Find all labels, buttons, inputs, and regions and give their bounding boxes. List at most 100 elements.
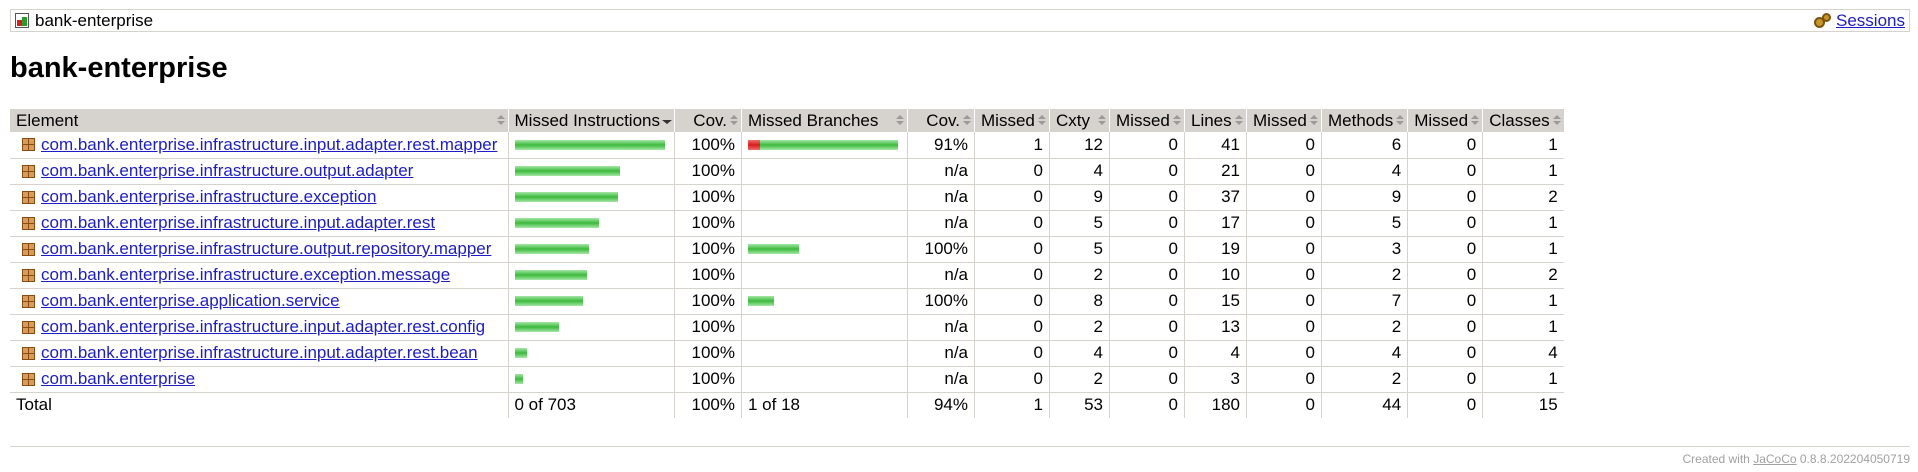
sort-icon: [1173, 115, 1181, 126]
classes: 1: [1482, 210, 1564, 237]
package-link[interactable]: com.bank.enterprise.infrastructure.outpu…: [41, 239, 491, 259]
sessions-icon: [1814, 12, 1832, 29]
classes: 1: [1482, 158, 1564, 185]
classes-missed: 0: [1407, 340, 1483, 367]
column-header-methods[interactable]: Methods: [1320, 109, 1408, 132]
column-header-classes[interactable]: Classes: [1482, 109, 1564, 132]
cxty-missed: 0: [974, 288, 1050, 315]
column-header-instructions-coverage[interactable]: Cov.: [674, 109, 742, 132]
package-icon: [22, 320, 35, 334]
lines: 37: [1184, 184, 1247, 211]
lines-missed: 0: [1109, 184, 1185, 211]
methods-missed: 0: [1246, 132, 1322, 159]
package-link[interactable]: com.bank.enterprise.infrastructure.input…: [41, 135, 497, 155]
methods-missed: 0: [1246, 314, 1322, 341]
cxty-missed: 0: [974, 236, 1050, 263]
cxty-missed: 0: [974, 262, 1050, 289]
branches-covered-bar: [760, 139, 898, 150]
instructions-covered-bar: [514, 322, 559, 332]
lines: 10: [1184, 262, 1247, 289]
page-title: bank-enterprise: [10, 52, 228, 84]
column-header-element[interactable]: Element: [10, 109, 508, 132]
package-link[interactable]: com.bank.enterprise.infrastructure.input…: [41, 317, 485, 337]
cxty-missed: 0: [974, 184, 1050, 211]
column-header-lines-missed[interactable]: Missed: [1109, 109, 1185, 132]
lines: 19: [1184, 236, 1247, 263]
package-icon: [22, 346, 35, 360]
instructions-coverage: 100%: [674, 314, 742, 341]
instructions-bar: [514, 348, 527, 358]
cxty: 2: [1049, 366, 1110, 393]
package-link[interactable]: com.bank.enterprise.infrastructure.excep…: [41, 265, 450, 285]
column-header-cxty-missed[interactable]: Missed: [974, 109, 1050, 132]
total-methods: 44: [1320, 392, 1408, 418]
package-icon: [22, 268, 35, 282]
instructions-coverage: 100%: [674, 184, 742, 211]
classes-missed: 0: [1407, 288, 1483, 315]
branches-covered-bar: [748, 244, 799, 254]
lines-missed: 0: [1109, 262, 1185, 289]
package-link[interactable]: com.bank.enterprise: [41, 369, 195, 389]
lines-missed: 0: [1109, 132, 1185, 159]
classes: 1: [1482, 314, 1564, 341]
instructions-bar: [514, 296, 583, 306]
methods: 2: [1320, 366, 1408, 393]
classes-missed: 0: [1407, 262, 1483, 289]
methods: 6: [1320, 132, 1408, 159]
package-icon: [22, 138, 35, 152]
lines: 15: [1184, 288, 1247, 315]
column-header-branches-coverage[interactable]: Cov.: [907, 109, 975, 132]
instructions-covered-bar: [514, 218, 599, 228]
table-row: com.bank.enterprise.application.service 1…: [10, 288, 1564, 315]
column-header-classes-missed[interactable]: Missed: [1407, 109, 1483, 132]
column-header-lines[interactable]: Lines: [1184, 109, 1247, 132]
cxty: 4: [1049, 340, 1110, 367]
lines: 21: [1184, 158, 1247, 185]
package-link[interactable]: com.bank.enterprise.infrastructure.outpu…: [41, 161, 413, 181]
package-icon: [22, 216, 35, 230]
instructions-bar: [514, 192, 618, 202]
package-link[interactable]: com.bank.enterprise.infrastructure.excep…: [41, 187, 376, 207]
coverage-table: Element Missed Instructions Cov. Missed …: [10, 109, 1564, 418]
table-row: com.bank.enterprise 100% n/a 0 2 0 3 0 2 0 1: [10, 366, 1564, 393]
column-header-missed-branches[interactable]: Missed Branches: [741, 109, 908, 132]
branches-covered-bar: [748, 296, 774, 306]
methods: 4: [1320, 340, 1408, 367]
report-icon: [15, 13, 29, 28]
total-label: Total: [16, 395, 52, 415]
sort-icon: [1396, 115, 1405, 126]
table-row: com.bank.enterprise.infrastructure.input…: [10, 314, 1564, 341]
methods: 4: [1320, 158, 1408, 185]
jacoco-link[interactable]: JaCoCo: [1753, 452, 1796, 466]
package-icon: [22, 372, 35, 386]
package-link[interactable]: com.bank.enterprise.application.service: [41, 291, 340, 311]
branches-coverage: 100%: [907, 236, 975, 263]
lines-missed: 0: [1109, 366, 1185, 393]
classes-missed: 0: [1407, 366, 1483, 393]
cxty-missed: 0: [974, 158, 1050, 185]
instructions-bar: [514, 374, 523, 384]
column-header-cxty[interactable]: Cxty: [1049, 109, 1110, 132]
column-header-missed-instructions[interactable]: Missed Instructions: [507, 109, 675, 132]
branches-coverage: 100%: [907, 288, 975, 315]
total-classes: 15: [1482, 392, 1564, 418]
instructions-coverage: 100%: [674, 210, 742, 237]
breadcrumb: bank-enterprise Sessions: [10, 9, 1910, 32]
package-link[interactable]: com.bank.enterprise.infrastructure.input…: [41, 213, 435, 233]
instructions-covered-bar: [514, 270, 587, 280]
instructions-bar: [514, 322, 559, 332]
total-row: Total 0 of 703 100% 1 of 18 94% 1 53 0 1…: [10, 392, 1564, 418]
instructions-covered-bar: [514, 139, 665, 150]
column-header-methods-missed[interactable]: Missed: [1246, 109, 1322, 132]
methods: 2: [1320, 314, 1408, 341]
sessions-link[interactable]: Sessions: [1836, 11, 1905, 31]
table-row: com.bank.enterprise.infrastructure.input…: [10, 210, 1564, 237]
sort-icon: [1038, 115, 1046, 126]
branches-bar: [748, 296, 774, 306]
instructions-coverage: 100%: [674, 132, 742, 159]
footer-version: 0.8.8.202204050719: [1796, 452, 1910, 466]
instructions-coverage: 100%: [674, 236, 742, 263]
package-link[interactable]: com.bank.enterprise.infrastructure.input…: [41, 343, 478, 363]
methods-missed: 0: [1246, 262, 1322, 289]
table-row: com.bank.enterprise.infrastructure.outpu…: [10, 158, 1564, 185]
